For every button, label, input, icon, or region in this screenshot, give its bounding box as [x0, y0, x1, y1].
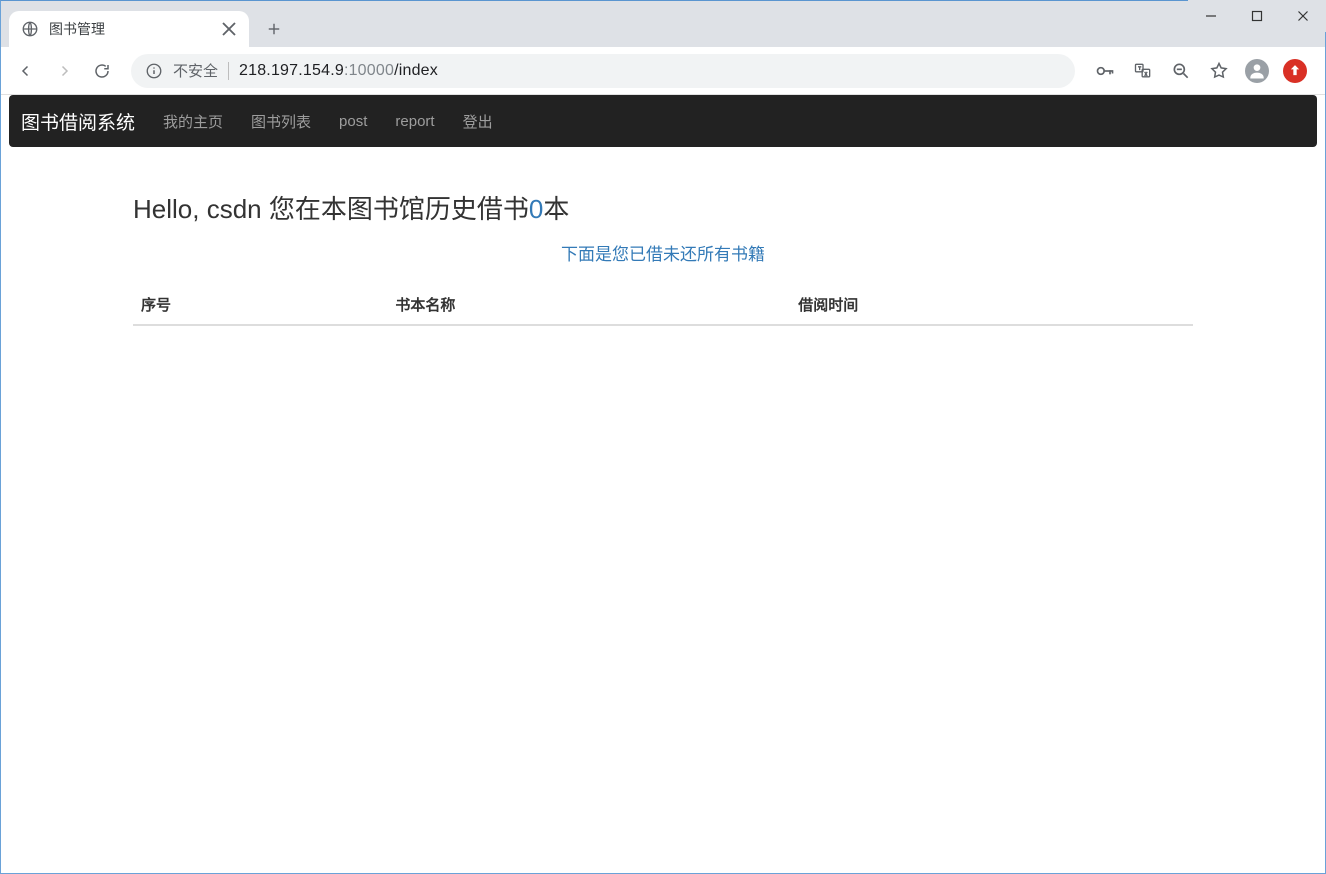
page-viewport: 图书借阅系统 我的主页 图书列表 post report 登出 Hello, c… [1, 95, 1325, 334]
greeting-suffix: 本 [543, 194, 569, 224]
table-header-row: 序号 书本名称 借阅时间 [133, 285, 1193, 325]
new-tab-button[interactable] [259, 14, 289, 44]
profile-button[interactable] [1239, 54, 1275, 88]
back-button[interactable] [9, 54, 43, 88]
col-book-name: 书本名称 [387, 285, 790, 325]
tab-strip: 图书管理 [1, 1, 1325, 47]
avatar-icon [1245, 59, 1269, 83]
browser-toolbar: 不安全 218.197.154.9:10000/index [1, 47, 1325, 95]
key-icon[interactable] [1087, 54, 1123, 88]
url-text: 218.197.154.9:10000/index [239, 62, 438, 80]
address-bar[interactable]: 不安全 218.197.154.9:10000/index [131, 54, 1075, 88]
close-icon[interactable] [221, 21, 237, 37]
nav-link-books[interactable]: 图书列表 [251, 111, 311, 132]
forward-button[interactable] [47, 54, 81, 88]
upload-icon [1283, 59, 1307, 83]
tab-title: 图书管理 [49, 19, 211, 39]
col-borrow-time: 借阅时间 [790, 285, 1193, 325]
security-label: 不安全 [173, 60, 218, 81]
zoom-icon[interactable] [1163, 54, 1199, 88]
borrow-count[interactable]: 0 [529, 194, 543, 224]
col-index: 序号 [133, 285, 387, 325]
globe-icon [21, 20, 39, 38]
nav-link-report[interactable]: report [395, 113, 434, 130]
nav-link-post[interactable]: post [339, 113, 367, 130]
borrow-table: 序号 书本名称 借阅时间 [133, 285, 1193, 326]
site-navbar: 图书借阅系统 我的主页 图书列表 post report 登出 [9, 95, 1317, 147]
greeting-heading: Hello, csdn 您在本图书馆历史借书0本 [133, 189, 1193, 226]
nav-link-logout[interactable]: 登出 [463, 111, 493, 132]
subtitle-text: 下面是您已借未还所有书籍 [133, 240, 1193, 265]
translate-icon[interactable] [1125, 54, 1161, 88]
window-controls [1188, 0, 1326, 32]
reload-button[interactable] [85, 54, 119, 88]
url-port: :10000 [344, 62, 394, 79]
navbar-brand[interactable]: 图书借阅系统 [21, 108, 135, 135]
extension-button[interactable] [1277, 54, 1313, 88]
browser-tab[interactable]: 图书管理 [9, 11, 249, 47]
greeting-prefix: Hello, csdn 您在本图书馆历史借书 [133, 194, 529, 224]
star-icon[interactable] [1201, 54, 1237, 88]
window-close-button[interactable] [1280, 0, 1326, 32]
main-container: Hello, csdn 您在本图书馆历史借书0本 下面是您已借未还所有书籍 序号… [133, 147, 1193, 326]
url-path: /index [394, 62, 438, 79]
window-maximize-button[interactable] [1234, 0, 1280, 32]
info-icon [145, 62, 163, 80]
url-host: 218.197.154.9 [239, 62, 344, 79]
nav-link-home[interactable]: 我的主页 [163, 111, 223, 132]
separator [228, 62, 229, 80]
toolbar-right-icons [1087, 54, 1317, 88]
window-minimize-button[interactable] [1188, 0, 1234, 32]
